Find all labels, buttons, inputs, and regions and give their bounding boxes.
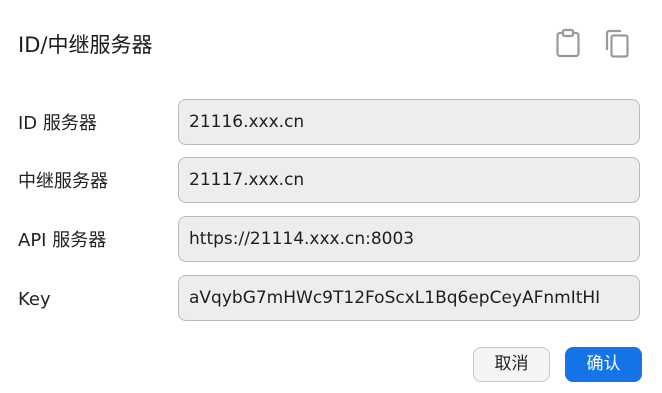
relay-server-label: 中继服务器	[18, 171, 108, 192]
cancel-button[interactable]: 取消	[473, 347, 550, 382]
dialog-title: ID/中继服务器	[18, 33, 153, 57]
confirm-button[interactable]: 确认	[565, 347, 642, 382]
clipboard-icon[interactable]	[554, 28, 582, 58]
id-server-label: ID 服务器	[18, 113, 97, 134]
key-label: Key	[18, 289, 51, 310]
api-server-input[interactable]	[178, 216, 640, 262]
copy-icon[interactable]	[603, 28, 631, 58]
key-input[interactable]	[178, 275, 640, 321]
api-server-label: API 服务器	[18, 230, 107, 251]
id-server-input[interactable]	[178, 99, 640, 145]
server-settings-dialog: ID/中继服务器 ID 服务器 中继服务器 API 服务器 Key 取消 确认	[0, 0, 662, 393]
relay-server-input[interactable]	[178, 157, 640, 203]
